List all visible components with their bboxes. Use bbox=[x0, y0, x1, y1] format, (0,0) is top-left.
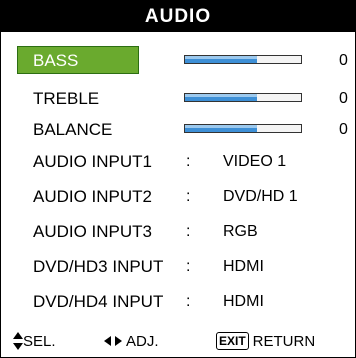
dvd-hd3-input-label[interactable]: DVD/HD3 INPUT bbox=[33, 252, 163, 282]
bass-value: 0 bbox=[339, 52, 348, 69]
bass-slider-fill bbox=[185, 56, 257, 63]
balance-value: 0 bbox=[339, 121, 348, 138]
return-hint-label: RETURN bbox=[252, 332, 316, 350]
audio-input2-value: DVD/HD 1 bbox=[223, 188, 298, 205]
treble-slider[interactable] bbox=[184, 93, 302, 102]
audio-input2-row[interactable]: AUDIO INPUT2 : DVD/HD 1 bbox=[1, 182, 355, 212]
treble-slider-fill bbox=[185, 94, 257, 101]
treble-label[interactable]: TREBLE bbox=[33, 84, 99, 114]
bass-slider[interactable] bbox=[184, 55, 302, 64]
audio-osd-menu: AUDIO BASS 0 TREBLE 0 BALANCE 0 AUDIO IN… bbox=[0, 0, 356, 358]
menu-title: AUDIO bbox=[1, 1, 355, 32]
separator: : bbox=[186, 223, 191, 240]
separator: : bbox=[186, 188, 191, 205]
treble-row[interactable]: TREBLE 0 bbox=[1, 84, 355, 114]
dvd-hd4-input-label[interactable]: DVD/HD4 INPUT bbox=[33, 287, 163, 317]
adjust-hint-label: ADJ. bbox=[126, 332, 159, 350]
up-down-arrows-icon bbox=[13, 332, 23, 350]
balance-row[interactable]: BALANCE 0 bbox=[1, 115, 355, 145]
bass-label[interactable]: BASS bbox=[17, 46, 139, 74]
select-hint: SEL. bbox=[13, 325, 56, 357]
dvd-hd3-input-row[interactable]: DVD/HD3 INPUT : HDMI bbox=[1, 252, 355, 282]
audio-input1-row[interactable]: AUDIO INPUT1 : VIDEO 1 bbox=[1, 147, 355, 177]
separator: : bbox=[186, 258, 191, 275]
treble-value: 0 bbox=[339, 90, 348, 107]
separator: : bbox=[186, 153, 191, 170]
audio-input3-label[interactable]: AUDIO INPUT3 bbox=[33, 217, 152, 247]
audio-input1-value: VIDEO 1 bbox=[223, 153, 287, 170]
separator: : bbox=[186, 293, 191, 310]
exit-button-icon: EXIT bbox=[216, 332, 249, 350]
balance-label[interactable]: BALANCE bbox=[33, 115, 112, 145]
audio-input1-label[interactable]: AUDIO INPUT1 bbox=[33, 147, 152, 177]
dvd-hd4-input-row[interactable]: DVD/HD4 INPUT : HDMI bbox=[1, 287, 355, 317]
adjust-hint: ADJ. bbox=[104, 325, 159, 357]
bass-row[interactable]: BASS 0 bbox=[1, 46, 355, 76]
footer-help-bar: SEL. ADJ. EXIT RETURN bbox=[1, 325, 355, 357]
balance-slider[interactable] bbox=[184, 124, 302, 133]
audio-input3-row[interactable]: AUDIO INPUT3 : RGB bbox=[1, 217, 355, 247]
audio-input2-label[interactable]: AUDIO INPUT2 bbox=[33, 182, 152, 212]
return-hint: EXIT RETURN bbox=[216, 325, 315, 357]
left-right-arrows-icon bbox=[104, 336, 122, 346]
dvd-hd4-input-value: HDMI bbox=[223, 293, 264, 310]
balance-slider-fill bbox=[185, 125, 257, 132]
audio-input3-value: RGB bbox=[223, 223, 258, 240]
dvd-hd3-input-value: HDMI bbox=[223, 258, 264, 275]
select-hint-label: SEL. bbox=[23, 332, 56, 350]
